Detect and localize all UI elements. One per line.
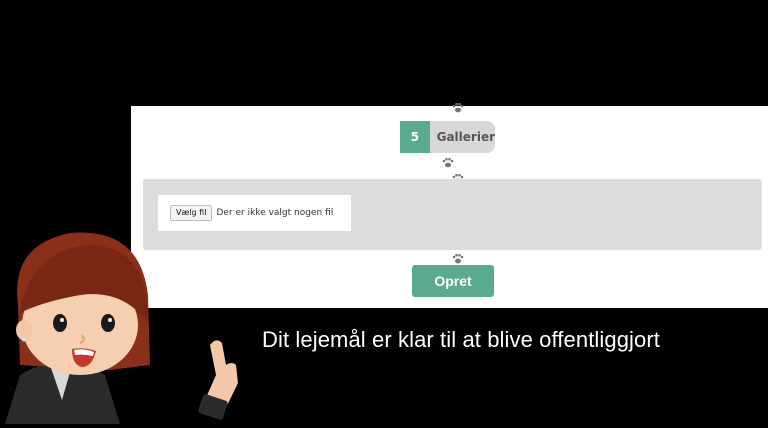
choose-file-button[interactable]: Vælg fil — [170, 205, 213, 221]
step-number: 5 — [400, 121, 430, 153]
subtitle-caption: Dit lejemål er klar til at blive offentl… — [262, 327, 661, 352]
file-status-text: Der er ikke valgt nogen fil — [216, 208, 334, 218]
paw-icon — [452, 254, 464, 264]
create-button[interactable]: Opret — [412, 265, 494, 297]
paw-icon — [452, 103, 464, 113]
presenter-avatar — [0, 225, 250, 424]
paw-icon — [442, 158, 454, 168]
step-galleries[interactable]: 5 Gallerier — [400, 121, 495, 153]
step-label: Gallerier — [436, 130, 495, 144]
